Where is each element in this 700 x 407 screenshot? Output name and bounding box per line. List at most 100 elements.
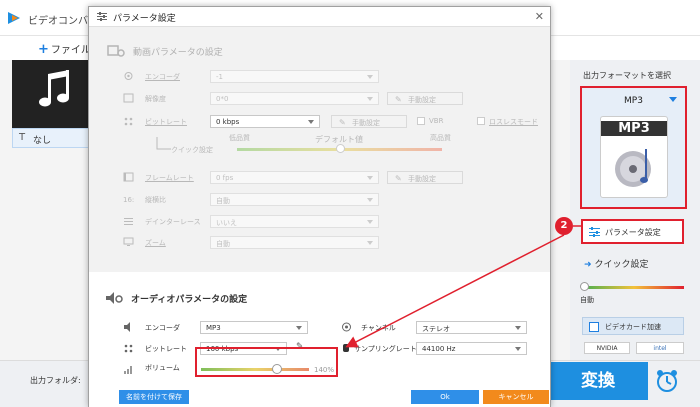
close-icon[interactable]: ✕ bbox=[535, 10, 544, 23]
app-logo-icon bbox=[8, 12, 20, 24]
dialog-footer: 名前を付けて保存 Ok キャンセル bbox=[89, 388, 550, 407]
disc-icon bbox=[615, 149, 651, 187]
gpu-acceleration-label: ビデオカード加速 bbox=[605, 323, 661, 331]
pencil-icon: ✎ bbox=[395, 95, 402, 104]
audio-bitrate-label: ビットレート bbox=[145, 345, 187, 353]
chevron-down-icon bbox=[367, 220, 373, 224]
resolution-manual-button[interactable]: ✎ 手動設定 bbox=[387, 92, 463, 105]
zoom-value: 自動 bbox=[216, 240, 230, 248]
bitrate-icon bbox=[124, 344, 133, 353]
audio-encoder-label: エンコーダ bbox=[145, 324, 180, 332]
dialog-title: パラメータ設定 bbox=[113, 14, 176, 24]
video-encoder-select[interactable]: -1 bbox=[210, 70, 379, 83]
resolution-manual-label: 手動設定 bbox=[408, 96, 436, 104]
sampling-rate-select[interactable]: 44100 Hz bbox=[416, 342, 527, 355]
sliders-icon bbox=[589, 227, 600, 237]
resolution-icon bbox=[123, 93, 134, 103]
quality-slider-knob[interactable] bbox=[580, 282, 589, 291]
vbr-label: VBR bbox=[429, 117, 444, 125]
chevron-down-icon bbox=[296, 326, 302, 330]
video-quick-setting-label: クイック設定 bbox=[171, 146, 213, 154]
sampling-rate-icon bbox=[343, 344, 349, 352]
resolution-select[interactable]: 0*0 bbox=[210, 92, 379, 105]
bitrate-icon bbox=[124, 117, 133, 126]
video-bitrate-label: ビットレート bbox=[145, 118, 187, 126]
tree-connector-icon bbox=[156, 137, 171, 150]
aspect-label: 縦横比 bbox=[145, 196, 166, 204]
resolution-value: 0*0 bbox=[216, 95, 229, 103]
quick-setting-toggle[interactable]: ➜ クイック設定 bbox=[584, 257, 649, 270]
gpu-acceleration-toggle[interactable]: ビデオカード加速 bbox=[582, 317, 684, 335]
aspect-value: 自動 bbox=[216, 197, 230, 205]
cancel-button[interactable]: キャンセル bbox=[483, 390, 549, 404]
chevron-down-icon bbox=[515, 326, 521, 330]
plus-icon: + bbox=[38, 42, 49, 57]
parameter-settings-label: パラメータ設定 bbox=[605, 228, 661, 237]
video-encoder-value: -1 bbox=[216, 73, 223, 81]
alarm-clock-icon[interactable] bbox=[652, 364, 682, 398]
speaker-icon bbox=[124, 322, 130, 332]
channel-value: ステレオ bbox=[422, 325, 450, 333]
intel-badge: intel bbox=[636, 342, 684, 354]
svg-text:16:9: 16:9 bbox=[123, 196, 134, 204]
aspect-select[interactable]: 自動 bbox=[210, 193, 379, 206]
audio-encoder-select[interactable]: MP3 bbox=[200, 321, 308, 334]
chevron-down-icon bbox=[367, 75, 373, 79]
sampling-rate-value: 44100 Hz bbox=[422, 345, 456, 353]
volume-bars-icon bbox=[124, 366, 132, 374]
monitor-icon bbox=[123, 237, 134, 246]
video-quality-knob[interactable] bbox=[336, 144, 345, 153]
framerate-select[interactable]: 0 fps bbox=[210, 171, 379, 184]
lossless-label: ロスレスモード bbox=[489, 118, 538, 126]
deinterlace-icon bbox=[124, 218, 133, 225]
chevron-down-icon bbox=[515, 347, 521, 351]
output-folder-label: 出力フォルダ: bbox=[30, 376, 81, 385]
video-encoder-label: エンコーダ bbox=[145, 73, 180, 81]
deinterlace-value: いいえ bbox=[216, 219, 237, 227]
video-bitrate-value: 0 kbps bbox=[216, 118, 240, 126]
add-file-button[interactable]: + ファイル bbox=[38, 41, 91, 57]
film-icon bbox=[123, 172, 134, 182]
framerate-manual-button[interactable]: ✎ 手動設定 bbox=[387, 171, 463, 184]
speaker-settings-icon bbox=[106, 292, 123, 304]
volume-label: ボリューム bbox=[145, 364, 180, 372]
add-file-label: ファイル bbox=[50, 45, 91, 56]
volume-highlight-box bbox=[195, 347, 338, 377]
text-icon: T bbox=[19, 132, 26, 143]
zoom-select[interactable]: 自動 bbox=[210, 236, 379, 249]
file-thumbnail[interactable] bbox=[12, 60, 92, 128]
ok-button[interactable]: Ok bbox=[411, 390, 479, 404]
deinterlace-label: デインターレース bbox=[145, 218, 201, 226]
gear-icon bbox=[124, 72, 133, 80]
chevron-down-icon bbox=[367, 241, 373, 245]
format-icon-text: MP3 bbox=[601, 121, 667, 136]
pencil-icon: ✎ bbox=[395, 174, 402, 183]
output-format-selector[interactable]: MP3 MP3 bbox=[580, 86, 687, 209]
video-bitrate-select[interactable]: 0 kbps bbox=[210, 115, 320, 128]
chevron-down-icon bbox=[308, 120, 314, 124]
sampling-rate-label: サンプリングレート bbox=[354, 345, 417, 353]
subtitle-row[interactable]: T なし bbox=[12, 128, 92, 148]
channel-select[interactable]: ステレオ bbox=[416, 321, 527, 334]
arrow-right-icon: ➜ bbox=[584, 260, 592, 270]
step-number-badge: 2 bbox=[555, 217, 573, 235]
chevron-down-icon bbox=[669, 97, 677, 102]
deinterlace-select[interactable]: いいえ bbox=[210, 215, 379, 228]
zoom-label: ズーム bbox=[145, 239, 166, 247]
output-format-label: 出力フォーマットを選択 bbox=[583, 71, 671, 80]
subtitle-none-label: なし bbox=[33, 136, 52, 146]
low-quality-label: 低品質 bbox=[229, 134, 250, 142]
vbr-checkbox[interactable] bbox=[417, 117, 425, 125]
lossless-checkbox[interactable] bbox=[477, 117, 485, 125]
convert-button[interactable]: 変換 bbox=[548, 362, 648, 400]
bitrate-manual-button[interactable]: ✎ 手動設定 bbox=[331, 115, 407, 128]
parameter-settings-button[interactable]: パラメータ設定 bbox=[581, 219, 684, 244]
framerate-manual-label: 手動設定 bbox=[408, 175, 436, 183]
channel-icon bbox=[342, 322, 351, 332]
audio-encoder-value: MP3 bbox=[206, 324, 221, 332]
quick-setting-label: クイック設定 bbox=[594, 260, 649, 270]
framerate-value: 0 fps bbox=[216, 174, 234, 182]
chevron-down-icon bbox=[367, 176, 373, 180]
save-as-button[interactable]: 名前を付けて保存 bbox=[119, 390, 189, 404]
quality-slider-track[interactable] bbox=[584, 286, 684, 289]
